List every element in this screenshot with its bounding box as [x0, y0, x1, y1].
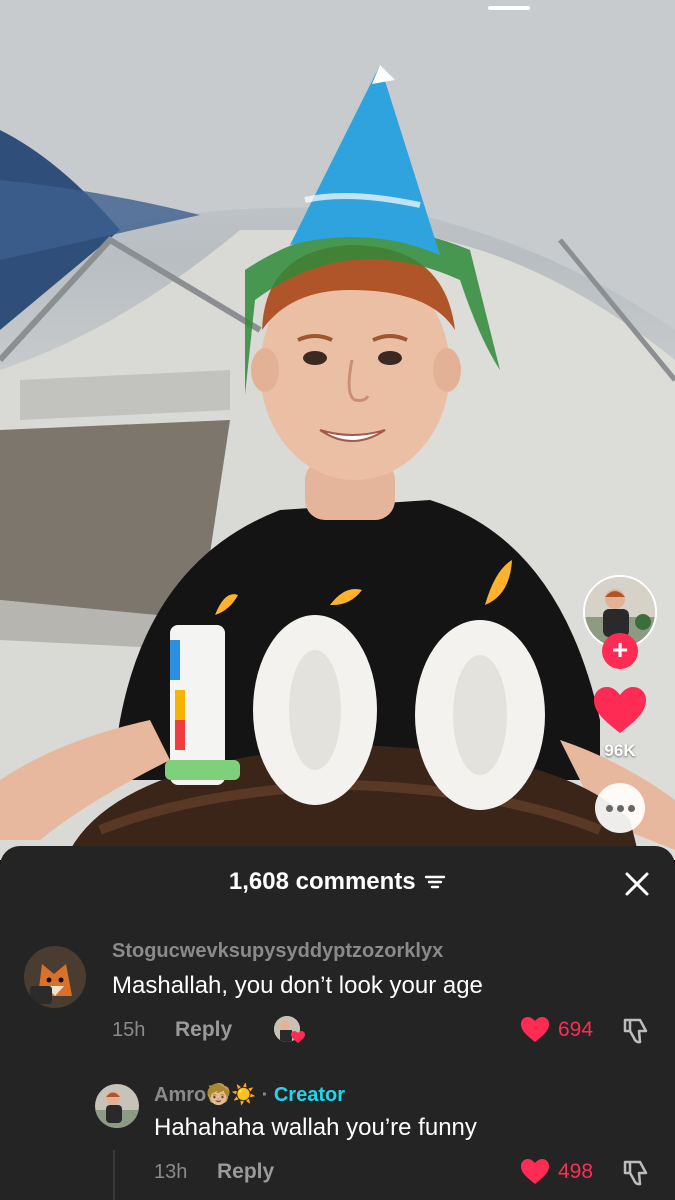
heart-icon[interactable] — [592, 685, 648, 735]
creator-badge: Creator — [273, 1084, 345, 1106]
reply-username-row: Amro🧒🏼☀️ · Creator — [154, 1082, 345, 1107]
comment-like-button[interactable]: 694 — [520, 1016, 593, 1043]
heart-icon — [521, 1159, 549, 1184]
side-action-bar: + 96K — [583, 575, 657, 833]
commenter-avatar[interactable] — [24, 946, 86, 1008]
reply-button[interactable]: Reply — [175, 1018, 232, 1042]
separator-dot: · — [261, 1084, 269, 1106]
comment-text: Mashallah, you don’t look your age — [112, 972, 483, 999]
video-player[interactable]: + 96K — [0, 0, 675, 860]
video-like-count: 96K — [604, 741, 636, 760]
reply-like-button[interactable]: 498 — [520, 1158, 593, 1185]
thread-line — [113, 1150, 115, 1200]
video-frame — [0, 0, 675, 860]
reply-timestamp: 13h — [154, 1161, 188, 1183]
dislike-icon[interactable] — [621, 1016, 651, 1046]
heart-icon — [521, 1017, 549, 1042]
more-button[interactable] — [595, 783, 645, 833]
follow-button[interactable]: + — [602, 633, 638, 669]
creator-liked-heart-icon — [291, 1031, 305, 1043]
dislike-icon[interactable] — [621, 1158, 651, 1188]
top-indicator — [488, 6, 530, 10]
comments-header: 1,608 comments — [0, 868, 675, 896]
reply-button[interactable]: Reply — [217, 1160, 274, 1184]
comment-like-count: 694 — [558, 1017, 594, 1041]
username-emoji: 🧒🏼☀️ — [206, 1084, 257, 1106]
comments-sheet: 1,608 comments Stogucwevksupysyddyptzozo… — [0, 846, 675, 1200]
close-icon[interactable] — [623, 870, 651, 898]
filter-icon[interactable] — [424, 873, 446, 891]
creator-avatar-group[interactable]: + — [583, 575, 657, 669]
comment-timestamp: 15h — [112, 1019, 146, 1041]
reply-username[interactable]: Amro — [154, 1084, 206, 1106]
comment-username[interactable]: Stogucwevksupysyddyptzozorklyx — [112, 940, 443, 963]
reply-text: Hahahaha wallah you’re funny — [154, 1114, 477, 1141]
more-icon — [605, 804, 635, 812]
reply-like-count: 498 — [558, 1159, 594, 1183]
plus-icon: + — [611, 634, 629, 665]
comments-count: 1,608 comments — [228, 868, 416, 895]
creator-reply-avatar[interactable] — [95, 1084, 139, 1128]
